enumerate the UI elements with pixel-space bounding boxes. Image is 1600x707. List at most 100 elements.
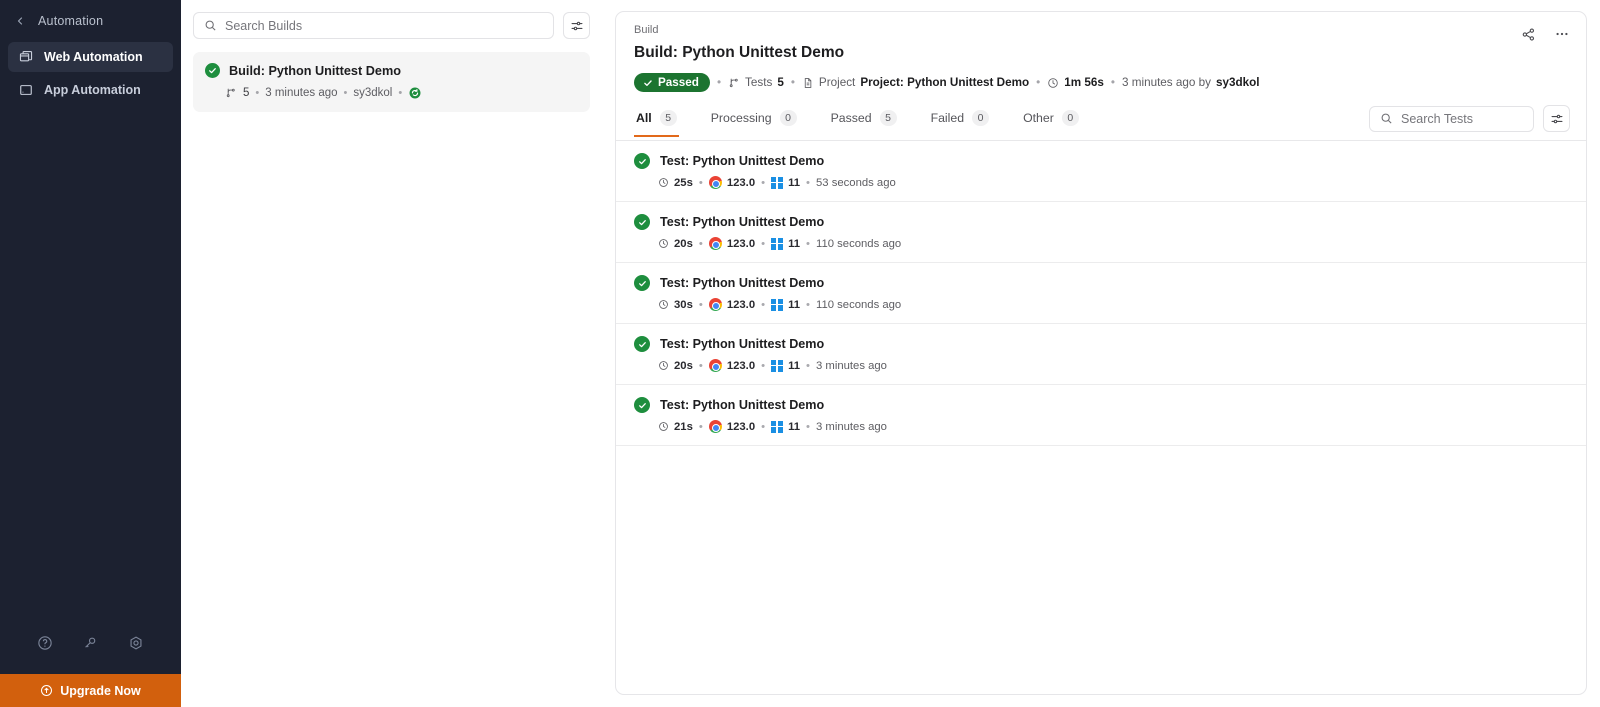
test-title: Test: Python Unittest Demo xyxy=(660,337,824,351)
tab-label: Passed xyxy=(831,111,872,125)
test-browser: 123.0 xyxy=(709,359,755,372)
test-time: 110 seconds ago xyxy=(816,238,901,250)
filter-settings-icon xyxy=(570,19,584,33)
settings-icon[interactable] xyxy=(127,634,145,652)
tab-processing[interactable]: Processing 0 xyxy=(709,110,799,137)
separator-dot: • xyxy=(699,238,703,250)
table-row[interactable]: Test: Python Unittest Demo 20s • 123. xyxy=(616,324,1586,385)
build-user: sy3dkol xyxy=(353,87,392,99)
check-icon xyxy=(643,78,653,88)
timestamp-meta: 3 minutes ago by sy3dkol xyxy=(1122,76,1260,89)
test-browser: 123.0 xyxy=(709,298,755,311)
separator-dot: • xyxy=(806,360,810,372)
separator-dot: • xyxy=(398,87,402,99)
separator-dot: • xyxy=(699,421,703,433)
check-circle-icon xyxy=(634,153,650,169)
test-duration: 30s xyxy=(658,299,693,311)
search-tests-input[interactable] xyxy=(1401,112,1523,126)
separator-dot: • xyxy=(761,238,765,250)
chevron-left-icon[interactable] xyxy=(14,15,26,27)
browser-window-icon xyxy=(18,50,33,65)
tab-count: 0 xyxy=(1062,110,1079,126)
tests-meta: Tests 5 xyxy=(728,76,784,89)
clock-icon xyxy=(658,177,669,188)
test-os: 11 xyxy=(771,299,800,311)
duration-meta: 1m 56s xyxy=(1047,76,1104,89)
search-tests-box[interactable] xyxy=(1369,106,1534,132)
tab-count: 0 xyxy=(780,110,797,126)
detail-meta-row: Passed • Tests 5 • xyxy=(634,73,1568,92)
test-browser-version: 123.0 xyxy=(727,177,755,189)
tab-count: 5 xyxy=(880,110,897,126)
upgrade-now-button[interactable]: Upgrade Now xyxy=(0,674,181,707)
upgrade-arrow-icon xyxy=(40,684,53,697)
detail-header-actions xyxy=(1521,26,1570,42)
builds-panel: Build: Python Unittest Demo 5 • 3 minute… xyxy=(181,0,602,707)
timestamp-user: sy3dkol xyxy=(1216,76,1260,89)
build-card[interactable]: Build: Python Unittest Demo 5 • 3 minute… xyxy=(193,52,590,112)
separator-dot: • xyxy=(761,421,765,433)
build-card-meta: 5 • 3 minutes ago • sy3dkol • xyxy=(205,86,578,100)
search-builds-box[interactable] xyxy=(193,12,554,39)
sidebar: Automation Web Automation App Automation xyxy=(0,0,181,707)
test-meta: 25s • 123.0 • 11 • 53 seconds xyxy=(634,176,1568,189)
test-duration: 20s xyxy=(658,360,693,372)
table-row[interactable]: Test: Python Unittest Demo 20s • 123. xyxy=(616,202,1586,263)
builds-search-row xyxy=(193,12,590,39)
help-circle-icon[interactable] xyxy=(36,634,54,652)
tests-filter-button[interactable] xyxy=(1543,105,1570,132)
tab-failed[interactable]: Failed 0 xyxy=(929,110,992,137)
test-browser-version: 123.0 xyxy=(727,421,755,433)
table-row[interactable]: Test: Python Unittest Demo 21s • 123. xyxy=(616,385,1586,446)
builds-filter-button[interactable] xyxy=(563,12,590,39)
timestamp-text: 3 minutes ago by xyxy=(1122,76,1211,89)
separator-dot: • xyxy=(761,177,765,189)
test-browser: 123.0 xyxy=(709,420,755,433)
search-icon xyxy=(1380,112,1393,125)
build-card-title-row: Build: Python Unittest Demo xyxy=(205,63,578,78)
sidebar-item-web-automation[interactable]: Web Automation xyxy=(8,42,173,72)
test-browser: 123.0 xyxy=(709,176,755,189)
tab-other[interactable]: Other 0 xyxy=(1021,110,1081,137)
table-row[interactable]: Test: Python Unittest Demo 30s • 123. xyxy=(616,263,1586,324)
separator-dot: • xyxy=(806,421,810,433)
separator-dot: • xyxy=(1036,76,1040,89)
test-os-version: 11 xyxy=(788,299,800,311)
separator-dot: • xyxy=(255,87,259,99)
tab-label: Other xyxy=(1023,111,1054,125)
rerun-circle-icon[interactable] xyxy=(408,86,422,100)
windows-icon xyxy=(771,421,783,433)
tab-all[interactable]: All 5 xyxy=(634,110,679,137)
sidebar-item-app-automation[interactable]: App Automation xyxy=(8,75,173,105)
separator-dot: • xyxy=(717,76,721,89)
key-icon[interactable] xyxy=(81,634,99,652)
build-card-title: Build: Python Unittest Demo xyxy=(229,64,401,78)
tests-search-row xyxy=(1369,105,1570,140)
chrome-icon xyxy=(709,298,722,311)
breadcrumb: Build xyxy=(634,24,1568,36)
test-title-row: Test: Python Unittest Demo xyxy=(634,397,1568,413)
test-duration-value: 20s xyxy=(674,360,693,372)
more-horizontal-icon[interactable] xyxy=(1554,26,1570,42)
sidebar-bottom-actions xyxy=(0,634,181,674)
test-duration-value: 25s xyxy=(674,177,693,189)
search-builds-input[interactable] xyxy=(225,19,543,33)
table-row[interactable]: Test: Python Unittest Demo 25s • 123. xyxy=(616,141,1586,202)
test-meta: 30s • 123.0 • 11 • 110 second xyxy=(634,298,1568,311)
build-branch-count: 5 xyxy=(243,87,249,99)
app-window-icon xyxy=(18,83,33,98)
test-duration: 25s xyxy=(658,177,693,189)
separator-dot: • xyxy=(344,87,348,99)
file-icon xyxy=(802,77,814,89)
sidebar-item-label: Web Automation xyxy=(44,50,143,64)
test-duration-value: 30s xyxy=(674,299,693,311)
separator-dot: • xyxy=(806,177,810,189)
status-badge-label: Passed xyxy=(658,76,699,89)
tab-passed[interactable]: Passed 5 xyxy=(829,110,899,137)
build-time: 3 minutes ago xyxy=(265,87,337,99)
test-os-version: 11 xyxy=(788,360,800,372)
share-icon[interactable] xyxy=(1521,27,1536,42)
tab-count: 5 xyxy=(660,110,677,126)
test-title-row: Test: Python Unittest Demo xyxy=(634,275,1568,291)
check-circle-icon xyxy=(634,397,650,413)
